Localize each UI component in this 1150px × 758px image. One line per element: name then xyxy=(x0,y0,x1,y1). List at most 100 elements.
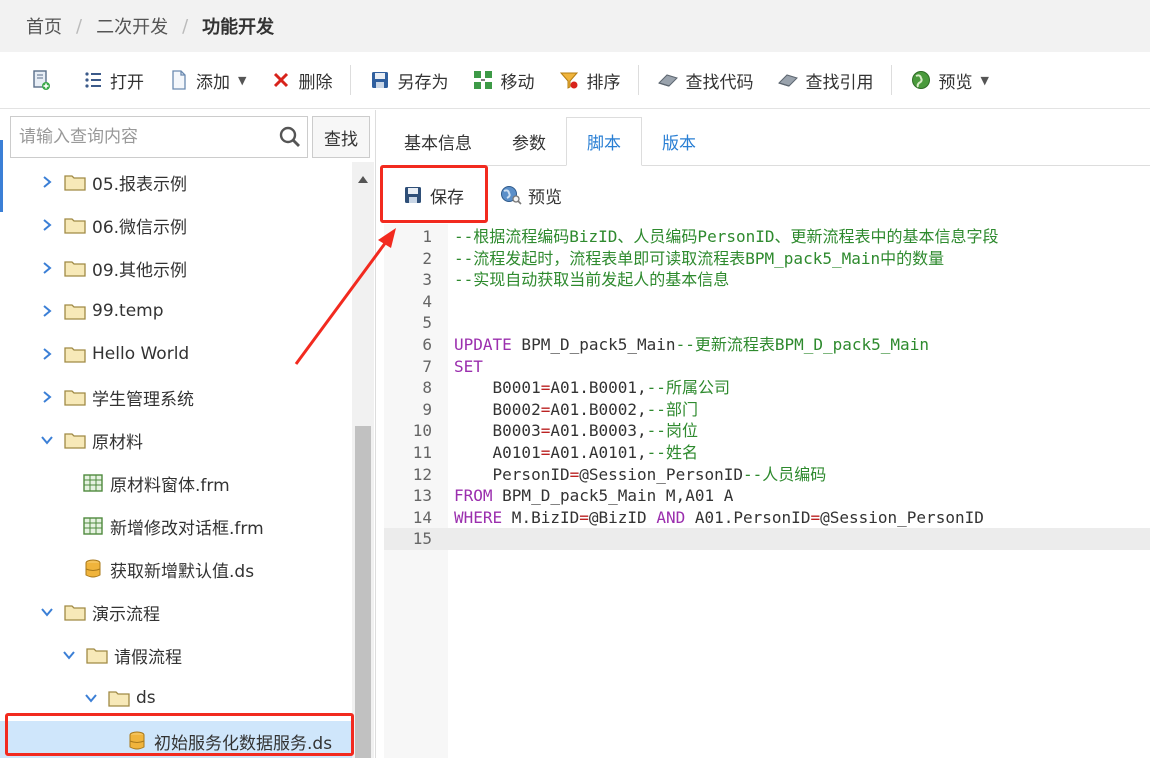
preview-script-button[interactable]: 预览 xyxy=(482,177,580,213)
line-text: --实现自动获取当前发起人的基本信息 xyxy=(454,269,729,291)
eraser-icon xyxy=(777,69,799,91)
find-reference-button[interactable]: 查找引用 xyxy=(765,63,885,97)
chevron-down-icon: ▼ xyxy=(238,73,247,87)
chevron-right-icon[interactable] xyxy=(40,175,54,189)
tree-item-folder[interactable]: 06.微信示例 xyxy=(0,205,352,245)
code-line[interactable]: 8 B0001=A01.B0001,--所属公司 xyxy=(384,377,1150,399)
tree-item-label: 请假流程 xyxy=(114,647,182,668)
chevron-right-icon[interactable] xyxy=(40,347,54,361)
chevron-right-icon[interactable] xyxy=(40,218,54,232)
tree-scrollbar[interactable] xyxy=(352,162,374,758)
code-line[interactable]: 3 --实现自动获取当前发起人的基本信息 xyxy=(384,269,1150,291)
move-button[interactable]: 移动 xyxy=(460,63,546,97)
scroll-up-arrow-icon[interactable] xyxy=(352,172,374,186)
chevron-right-icon[interactable] xyxy=(40,390,54,404)
code-line[interactable]: 13 FROM BPM_D_pack5_Main M,A01 A xyxy=(384,485,1150,507)
breadcrumb-secondary-dev[interactable]: 二次开发 xyxy=(96,13,168,39)
move-icon xyxy=(472,69,494,91)
chevron-down-icon[interactable] xyxy=(62,648,76,662)
code-line[interactable]: 4 xyxy=(384,291,1150,313)
code-line[interactable]: 1 --根据流程编码BizID、人员编码PersonID、更新流程表中的基本信息字… xyxy=(384,226,1150,248)
line-text: B0001=A01.B0001,--所属公司 xyxy=(454,377,730,399)
code-line[interactable]: 9 B0002=A01.B0002,--部门 xyxy=(384,399,1150,421)
folder-icon xyxy=(64,388,86,406)
file-tree: 05.报表示例 06.微信示例 09.其他示例 99.temp Hello Wo… xyxy=(0,162,352,758)
tree-item-folder[interactable]: ds xyxy=(0,678,352,718)
preview-button[interactable]: 预览 ▼ xyxy=(898,63,1000,97)
toolbar-divider xyxy=(638,65,640,95)
code-line[interactable]: 14 WHERE M.BizID=@BizID AND A01.PersonID=… xyxy=(384,507,1150,529)
code-line[interactable]: 10 B0003=A01.B0003,--岗位 xyxy=(384,420,1150,442)
folder-icon xyxy=(64,173,86,191)
folder-icon xyxy=(108,689,130,707)
code-token-plain: A01.PersonID xyxy=(685,507,811,527)
search-button[interactable]: 查找 xyxy=(312,116,370,158)
chevron-down-icon[interactable] xyxy=(40,433,54,447)
open-button[interactable]: 打开 xyxy=(70,63,156,97)
folder-icon xyxy=(64,302,86,320)
find-code-button[interactable]: 查找代码 xyxy=(645,63,765,97)
open-label: 打开 xyxy=(110,72,144,93)
code-token-op: = xyxy=(810,507,821,527)
add-button[interactable]: 添加 ▼ xyxy=(156,63,258,97)
chevron-down-icon[interactable] xyxy=(40,605,54,619)
save-icon xyxy=(369,69,391,91)
chevron-right-icon[interactable] xyxy=(40,261,54,275)
code-line[interactable]: 6 UPDATE BPM_D_pack5_Main--更新流程表BPM_D_pac… xyxy=(384,334,1150,356)
line-text: FROM BPM_D_pack5_Main M,A01 A xyxy=(454,485,733,507)
search-row: 查找 xyxy=(10,116,370,158)
tab-parameters[interactable]: 参数 xyxy=(492,117,566,165)
search-input[interactable] xyxy=(19,127,277,147)
toolbar-divider xyxy=(891,65,893,95)
delete-button[interactable]: 删除 xyxy=(258,63,344,97)
tab-version[interactable]: 版本 xyxy=(642,117,716,165)
code-token-plain: @Session_PersonID xyxy=(579,464,743,484)
code-token-plain: B0003 xyxy=(454,421,541,441)
add-label: 添加 xyxy=(196,72,230,93)
tree-item-label: 原材料窗体.frm xyxy=(110,475,230,496)
tree-item-folder[interactable]: 学生管理系统 xyxy=(0,377,352,417)
line-text: UPDATE BPM_D_pack5_Main--更新流程表BPM_D_pack… xyxy=(454,334,929,356)
code-line[interactable]: 11 A0101=A01.A0101,--姓名 xyxy=(384,442,1150,464)
search-icon[interactable] xyxy=(277,124,303,150)
code-token-keyword: FROM xyxy=(454,486,493,506)
tab-basic-info[interactable]: 基本信息 xyxy=(384,117,492,165)
tree-item-label: 99.temp xyxy=(92,301,164,321)
sort-button[interactable]: 排序 xyxy=(546,63,632,97)
toolbar-divider xyxy=(350,65,352,95)
tree-item-folder[interactable]: Hello World xyxy=(0,334,352,374)
tree-item-label: 原材料 xyxy=(92,432,143,453)
tree-item-folder[interactable]: 演示流程 xyxy=(0,592,352,632)
code-token-plain: B0002 xyxy=(454,399,541,419)
tree-item-file[interactable]: 原材料窗体.frm xyxy=(0,463,352,503)
breadcrumb-home[interactable]: 首页 xyxy=(26,13,62,39)
code-line[interactable]: 5 xyxy=(384,312,1150,334)
chevron-right-icon[interactable] xyxy=(40,304,54,318)
tab-script[interactable]: 脚本 xyxy=(566,117,642,166)
code-editor[interactable]: 1 --根据流程编码BizID、人员编码PersonID、更新流程表中的基本信息字… xyxy=(384,224,1150,758)
save-highlight-box xyxy=(380,165,488,223)
file-icon xyxy=(168,69,190,91)
chevron-down-icon[interactable] xyxy=(84,691,98,705)
chevron-down-icon: ▼ xyxy=(980,73,989,87)
breadcrumb-current: 功能开发 xyxy=(202,17,275,38)
tree-item-file[interactable]: 获取新增默认值.ds xyxy=(0,549,352,589)
code-token-op: = xyxy=(540,421,551,441)
tree-item-folder[interactable]: 99.temp xyxy=(0,291,352,331)
tree-item-folder[interactable]: 请假流程 xyxy=(0,635,352,675)
line-text: WHERE M.BizID=@BizID AND A01.PersonID=@S… xyxy=(454,507,984,529)
code-token-comment: --更新流程表BPM_D_pack5_Main xyxy=(675,335,929,354)
code-line[interactable]: 12 PersonID=@Session_PersonID--人员编码 xyxy=(384,464,1150,486)
code-line[interactable]: 2 --流程发起时，流程表单即可读取流程表BPM_pack5_Main中的数量 xyxy=(384,248,1150,270)
tree-item-file[interactable]: 新增修改对话框.frm xyxy=(0,506,352,546)
tree-item-folder[interactable]: 原材料 xyxy=(0,420,352,460)
scrollbar-thumb[interactable] xyxy=(355,426,371,758)
save-as-button[interactable]: 另存为 xyxy=(357,63,460,97)
code-line[interactable]: 7 SET xyxy=(384,356,1150,378)
tree-item-label: 学生管理系统 xyxy=(92,389,194,410)
code-line[interactable]: 15 xyxy=(384,528,1150,551)
tree-item-folder[interactable]: 09.其他示例 xyxy=(0,248,352,288)
folder-icon xyxy=(86,646,108,664)
tree-item-folder[interactable]: 05.报表示例 xyxy=(0,162,352,202)
new-document-button[interactable] xyxy=(18,63,70,97)
